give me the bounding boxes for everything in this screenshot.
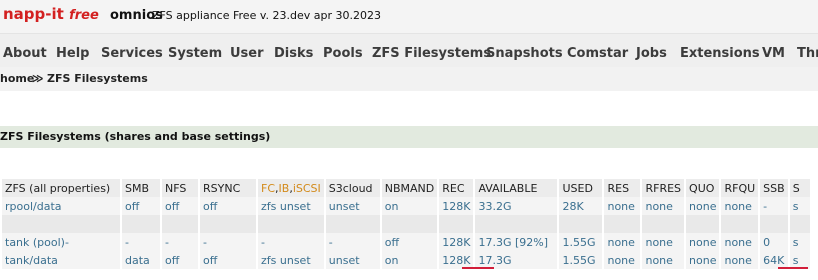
cell-used[interactable]: 1.55G <box>559 251 603 269</box>
menu-zfs-filesystems[interactable]: ZFS Filesystems <box>372 46 491 61</box>
col-header-ssb[interactable]: SSB <box>760 179 788 197</box>
section-title: ZFS Filesystems (shares and base setting… <box>0 126 818 148</box>
cell-res[interactable]: none <box>604 197 641 215</box>
logo[interactable]: napp-it free omnios <box>3 5 163 25</box>
cell-extra[interactable]: s <box>789 233 810 251</box>
menu-extensions[interactable]: Extensions <box>680 46 760 61</box>
cell-available: 33.2G <box>475 197 558 215</box>
cell-nbmand[interactable]: on <box>381 197 438 215</box>
cell-nbmand[interactable]: off <box>381 233 438 251</box>
cell-name[interactable]: tank (pool)- <box>2 233 120 251</box>
breadcrumb-home[interactable]: home <box>0 72 34 85</box>
cell-smb: - <box>122 233 160 251</box>
menu-services[interactable]: Services <box>101 46 163 61</box>
cell-quo[interactable]: none <box>686 251 720 269</box>
filesystems-table: ZFS (all properties) SMB NFS RSYNC FC,IB… <box>0 179 812 269</box>
cell-smb[interactable]: data <box>122 251 160 269</box>
cell-fc[interactable]: zfs unset <box>258 197 324 215</box>
cell-ssb[interactable]: 0 <box>760 233 788 251</box>
cell-s3cloud[interactable]: unset <box>325 251 380 269</box>
top-banner: napp-it free omnios ZFS appliance Free v… <box>0 0 818 33</box>
menu-threads[interactable]: Thr <box>797 46 818 61</box>
table-row: tank (pool)- - - - - - off 128K 17.3G [9… <box>2 233 810 251</box>
col-header-rsync[interactable]: RSYNC <box>200 179 256 197</box>
col-header-used[interactable]: USED <box>559 179 603 197</box>
cell-used[interactable]: 28K <box>559 197 603 215</box>
cell-rfqu[interactable]: none <box>721 251 759 269</box>
logo-napp-it: napp-it <box>3 5 64 23</box>
breadcrumb-separator: ≫ <box>32 72 44 85</box>
cell-ssb[interactable]: - <box>760 197 788 215</box>
version-text: ZFS appliance Free v. 23.dev apr 30.2023 <box>152 9 381 22</box>
cell-res[interactable]: none <box>604 233 641 251</box>
cell-nbmand[interactable]: on <box>381 251 438 269</box>
col-header-fc-part: FC <box>261 181 276 195</box>
cell-smb[interactable]: off <box>122 197 160 215</box>
cell-s3cloud: - <box>325 233 380 251</box>
section-title-text: ZFS Filesystems (shares and base setting… <box>0 130 271 143</box>
col-header-s3cloud[interactable]: S3cloud <box>325 179 380 197</box>
cell-name[interactable]: tank/data <box>2 251 120 269</box>
menu-snapshots[interactable]: Snapshots <box>486 46 563 61</box>
cell-rfqu[interactable]: none <box>721 233 759 251</box>
col-header-fc[interactable]: FC,IB,iSCSI <box>258 179 324 197</box>
menu-help[interactable]: Help <box>56 46 89 61</box>
cell-res[interactable]: none <box>604 251 641 269</box>
cell-rfqu[interactable]: none <box>721 197 759 215</box>
cell-available: 17.3G [92%] <box>475 233 558 251</box>
cell-name[interactable]: rpool/data <box>2 197 120 215</box>
menu-pools[interactable]: Pools <box>323 46 363 61</box>
cell-nfs[interactable]: off <box>162 197 198 215</box>
col-header-smb[interactable]: SMB <box>122 179 160 197</box>
logo-free: free <box>69 8 99 23</box>
cell-extra[interactable]: s <box>789 197 810 215</box>
menu-system[interactable]: System <box>168 46 222 61</box>
col-header-res[interactable]: RES <box>604 179 641 197</box>
menu-jobs[interactable]: Jobs <box>636 46 667 61</box>
cell-s3cloud[interactable]: unset <box>325 197 380 215</box>
col-header-ib-part: IB <box>278 181 290 195</box>
cell-rsync[interactable]: off <box>200 197 256 215</box>
cell-used[interactable]: 1.55G <box>559 233 603 251</box>
col-header-nfs[interactable]: NFS <box>162 179 198 197</box>
cell-rsync: - <box>200 233 256 251</box>
menu-disks[interactable]: Disks <box>274 46 313 61</box>
highlight-underline-ssb <box>778 267 808 269</box>
table-spacer-row <box>2 215 810 233</box>
table-row: tank/data data off off zfs unset unset o… <box>2 251 810 269</box>
menu-user[interactable]: User <box>230 46 264 61</box>
cell-fc: - <box>258 233 324 251</box>
menu-comstar[interactable]: Comstar <box>567 46 628 61</box>
breadcrumb: home ≫ ZFS Filesystems <box>0 67 818 91</box>
col-header-rfqu[interactable]: RFQU <box>721 179 759 197</box>
main-menu: About Help Services System User Disks Po… <box>0 33 818 68</box>
cell-quo[interactable]: none <box>686 233 720 251</box>
menu-vm[interactable]: VM <box>762 46 785 61</box>
col-header-rec[interactable]: REC <box>439 179 474 197</box>
col-header-available[interactable]: AVAILABLE <box>475 179 558 197</box>
table-row: rpool/data off off off zfs unset unset o… <box>2 197 810 215</box>
col-header-rfres[interactable]: RFRES <box>642 179 685 197</box>
table-header-row: ZFS (all properties) SMB NFS RSYNC FC,IB… <box>2 179 810 197</box>
cell-rfres[interactable]: none <box>642 233 685 251</box>
cell-rec[interactable]: 128K <box>439 197 474 215</box>
cell-rfres[interactable]: none <box>642 251 685 269</box>
cell-nfs[interactable]: off <box>162 251 198 269</box>
cell-rfres[interactable]: none <box>642 197 685 215</box>
cell-quo[interactable]: none <box>686 197 720 215</box>
col-header-iscsi-part: iSCSI <box>292 181 321 195</box>
col-header-nbmand[interactable]: NBMAND <box>381 179 438 197</box>
col-header-name[interactable]: ZFS (all properties) <box>2 179 120 197</box>
highlight-underline-rec <box>462 267 494 269</box>
col-header-quo[interactable]: QUO <box>686 179 720 197</box>
breadcrumb-current[interactable]: ZFS Filesystems <box>47 72 148 85</box>
cell-rsync[interactable]: off <box>200 251 256 269</box>
cell-rec[interactable]: 128K <box>439 233 474 251</box>
col-header-extra[interactable]: S <box>789 179 810 197</box>
menu-about[interactable]: About <box>3 46 47 61</box>
cell-fc[interactable]: zfs unset <box>258 251 324 269</box>
cell-nfs: - <box>162 233 198 251</box>
